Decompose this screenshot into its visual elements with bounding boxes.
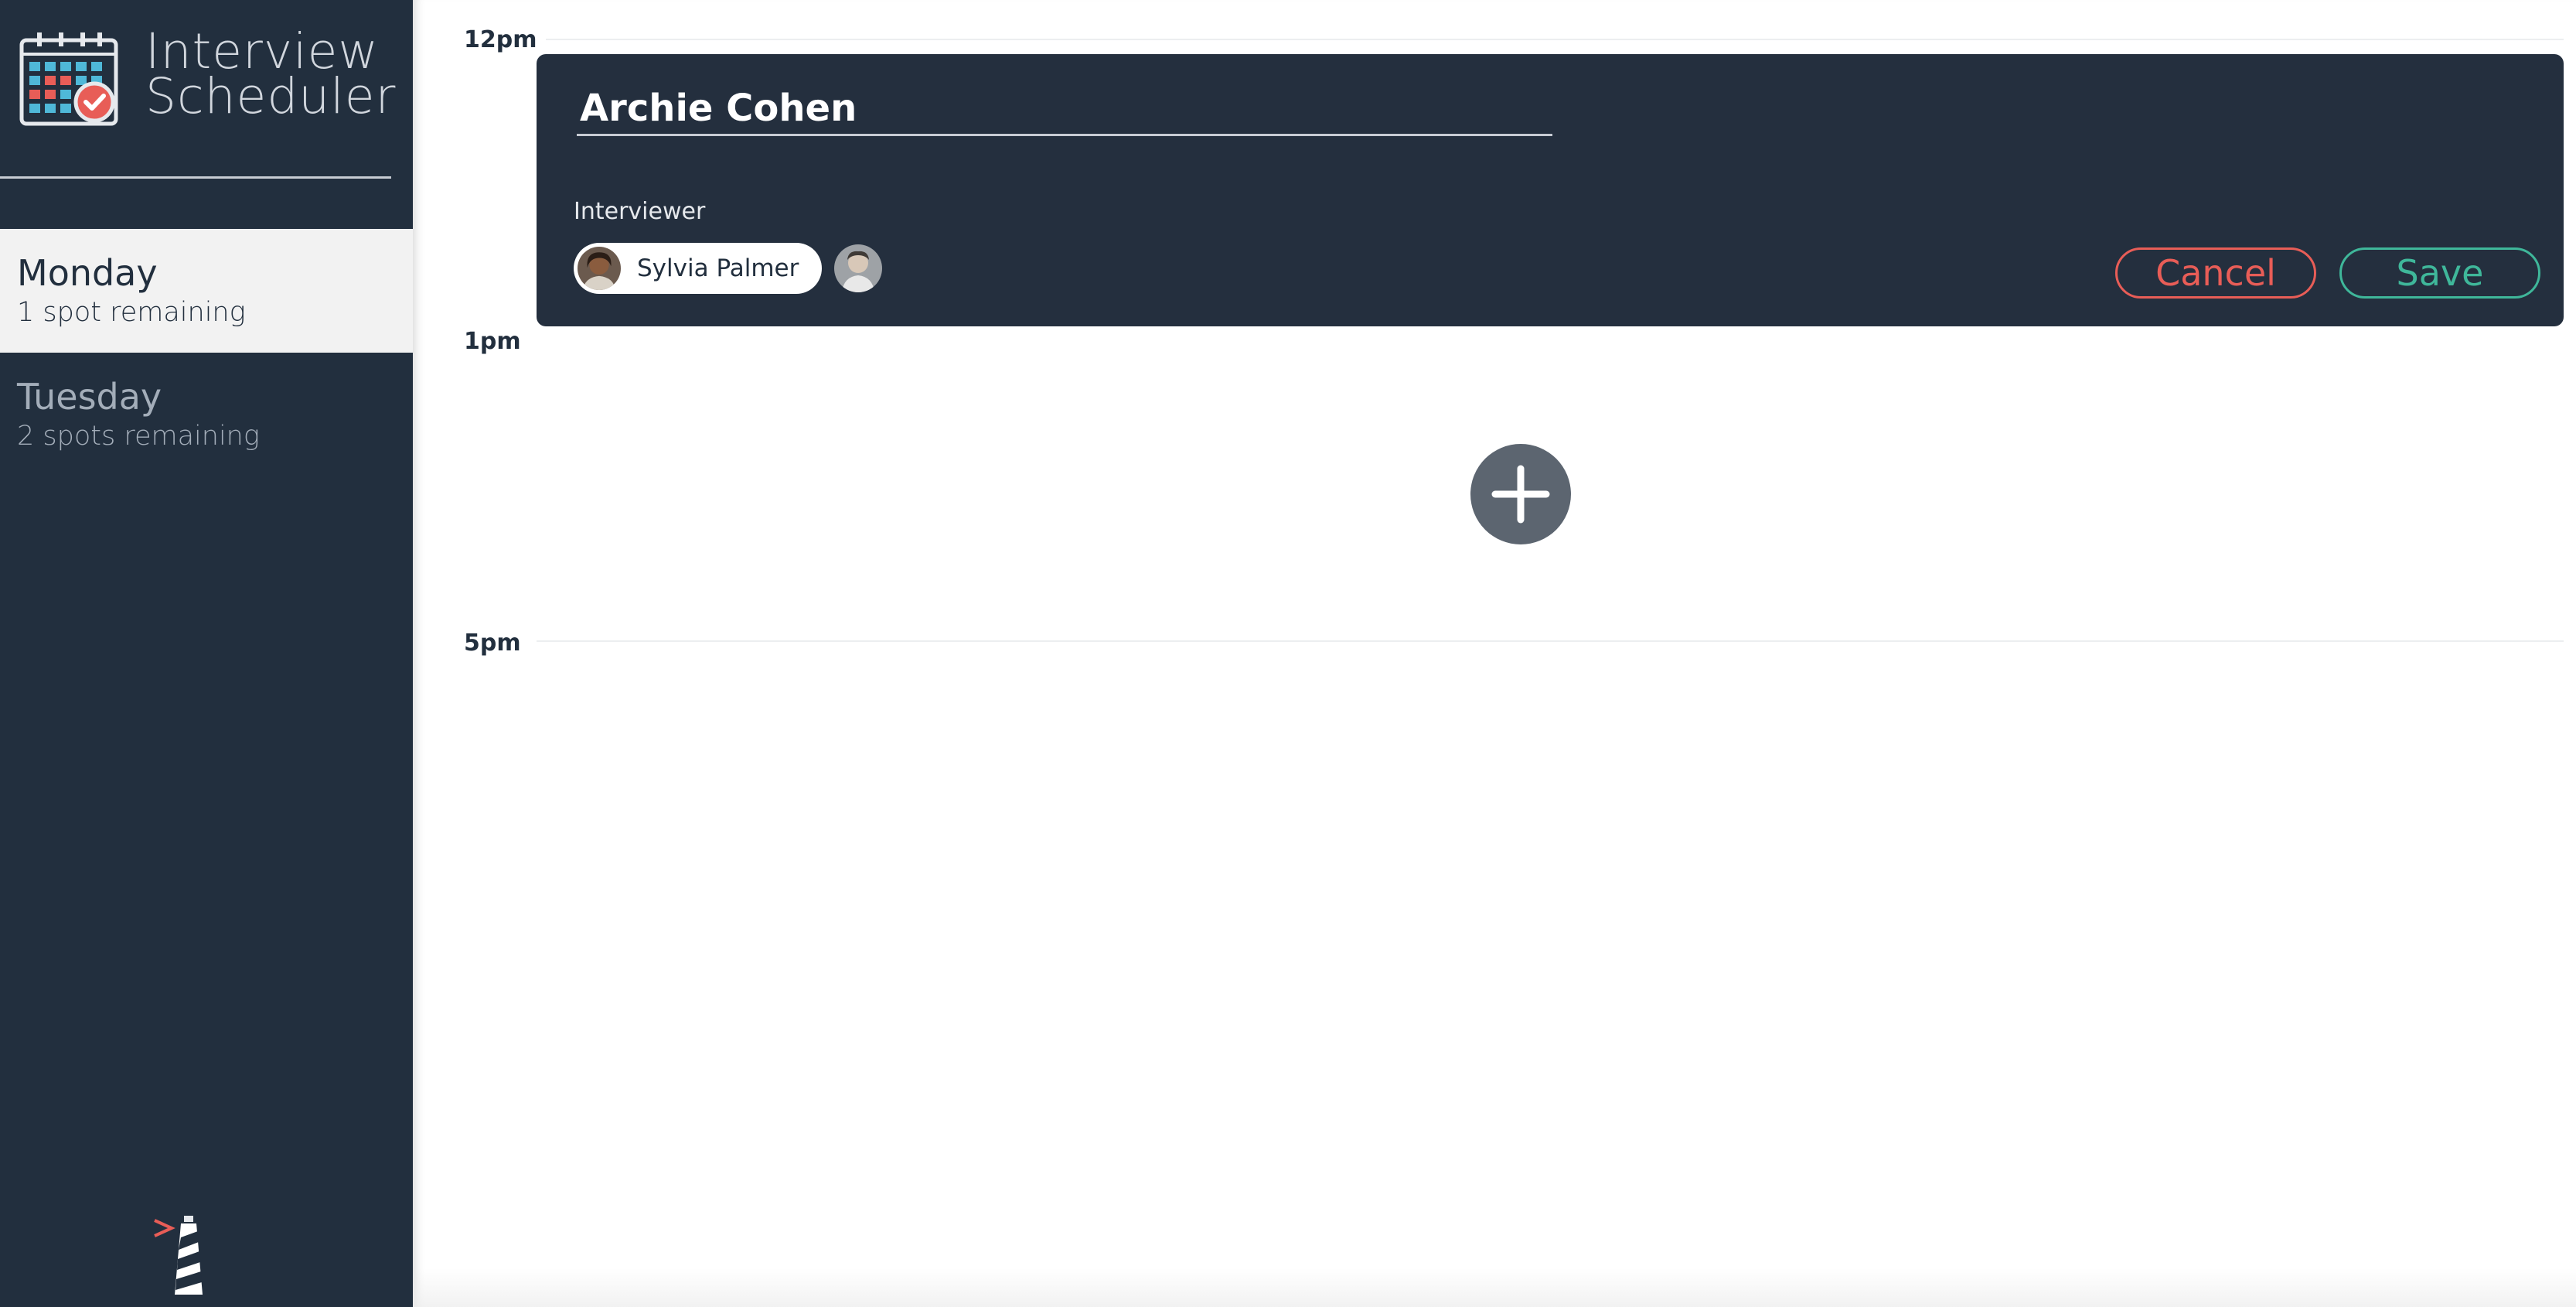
sidebar: Interview Scheduler Monday 1 spot remain… [0,0,413,1307]
time-label-5pm: 5pm [464,630,521,657]
day-item-tuesday[interactable]: Tuesday 2 spots remaining [0,353,413,476]
student-name-input[interactable] [577,82,1552,136]
interviewer-avatar [834,244,883,292]
time-divider [537,640,2564,642]
day-name: Monday [17,252,158,294]
time-label-12pm: 12pm [464,26,537,53]
add-appointment-button[interactable] [1470,444,1571,544]
interviewer-name: Sylvia Palmer [637,254,799,282]
time-label-1pm: 1pm [464,328,521,355]
day-spots: 2 spots remaining [17,421,260,452]
lighthouse-icon [154,1216,203,1295]
time-divider [546,39,2564,40]
app-title-line2: Scheduler [145,68,397,125]
interviewer-heading: Interviewer [574,198,706,225]
interviewer-avatar [575,244,623,292]
interviewer-list: Sylvia Palmer [574,241,883,295]
interviewer-item[interactable] [834,244,883,292]
app-title: Interview Scheduler [145,27,397,125]
day-name: Tuesday [17,376,162,418]
day-item-monday[interactable]: Monday 1 spot remaining [0,229,413,353]
save-button[interactable]: Save [2339,247,2540,299]
sidebar-divider [0,176,391,179]
cancel-button[interactable]: Cancel [2115,247,2316,299]
bottom-fade [413,1268,2576,1307]
day-spots: 1 spot remaining [17,297,246,328]
interviewer-item-selected[interactable]: Sylvia Palmer [574,243,823,294]
plus-icon [1491,465,1550,524]
calendar-check-icon [19,32,118,126]
